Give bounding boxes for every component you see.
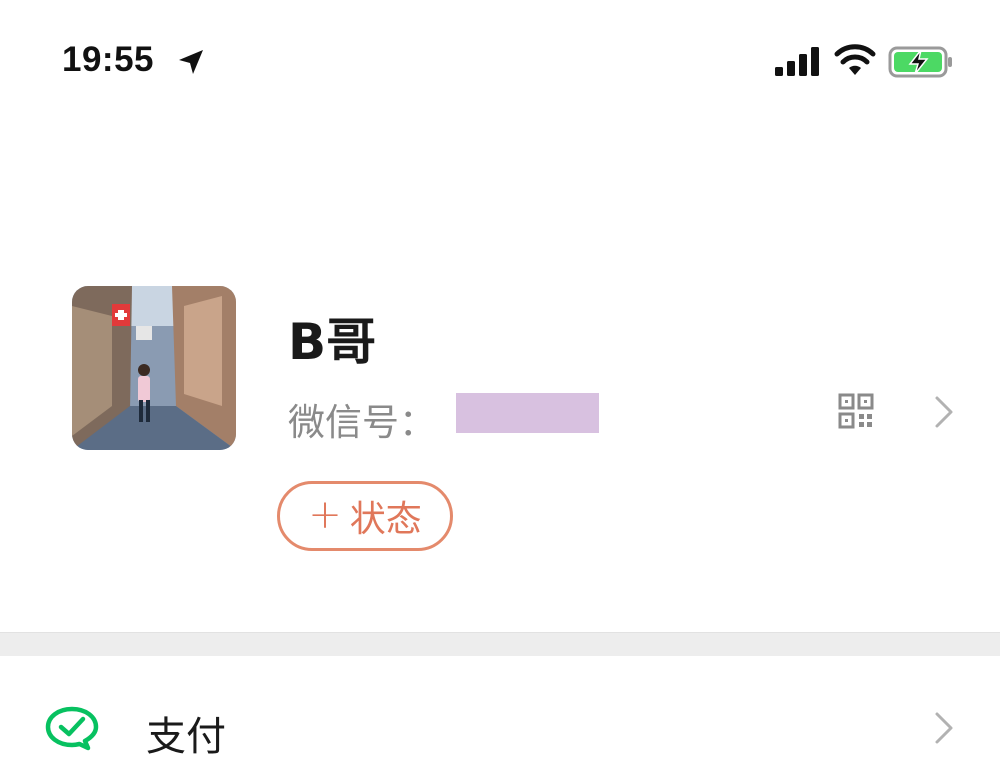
chevron-right-icon	[935, 712, 953, 744]
wechat-id-label: 微信号：	[288, 401, 436, 444]
status-time: 19:55	[62, 40, 155, 79]
cellular-signal-icon	[775, 47, 819, 76]
menu-item-label: 支付	[146, 714, 226, 760]
status-bar: 19:55	[0, 0, 1000, 130]
avatar[interactable]	[72, 286, 236, 450]
plus-icon: +	[308, 491, 342, 538]
status-button-label: 状态	[349, 499, 422, 540]
profile-card[interactable]: B哥 微信号： + 状态	[0, 130, 1000, 632]
qr-code-icon[interactable]	[838, 393, 874, 429]
chevron-right-icon[interactable]	[932, 394, 956, 430]
section-divider	[0, 632, 1000, 656]
menu-item-pay[interactable]: 支付	[0, 656, 1000, 765]
battery-charging-icon	[888, 46, 952, 78]
wifi-icon	[834, 44, 876, 75]
location-arrow-icon	[179, 50, 203, 74]
wechat-id-redacted	[456, 393, 599, 433]
add-status-button[interactable]: + 状态	[277, 481, 453, 551]
profile-nickname: B哥	[288, 313, 377, 371]
wechat-pay-icon	[45, 706, 99, 751]
